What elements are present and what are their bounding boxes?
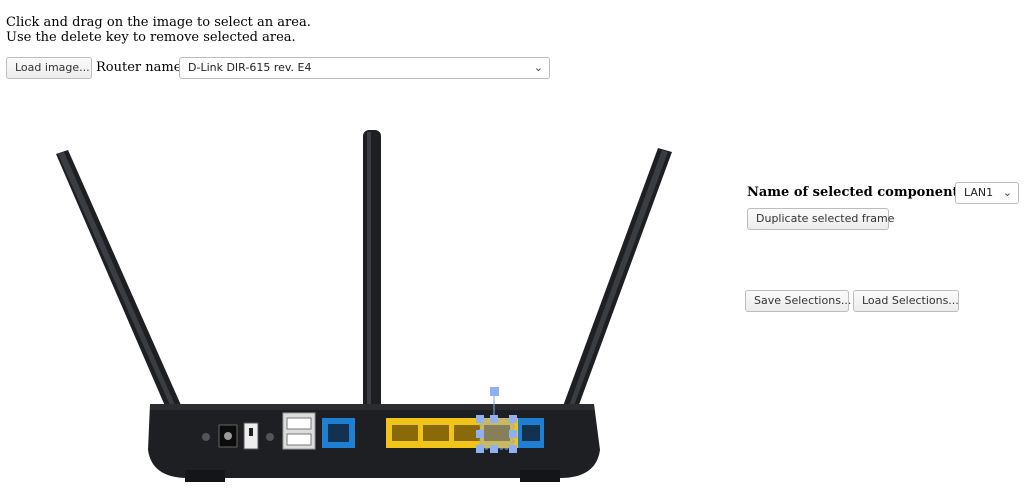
component-name-label: Name of selected component: xyxy=(747,185,964,200)
router-image[interactable] xyxy=(0,0,1024,495)
phone-port-socket xyxy=(522,425,540,441)
left-antenna xyxy=(56,150,192,436)
selection-rect[interactable] xyxy=(479,418,515,450)
lan-port-4 xyxy=(392,425,418,441)
resize-handle-s[interactable] xyxy=(490,445,498,453)
lan-port-3 xyxy=(423,425,449,441)
resize-handle-e[interactable] xyxy=(509,430,517,438)
rotation-handle[interactable] xyxy=(490,387,499,396)
power-switch-toggle xyxy=(249,428,253,436)
load-selections-button[interactable]: Load Selections... xyxy=(853,290,959,312)
right-antenna xyxy=(552,148,672,440)
chevron-down-icon: ⌄ xyxy=(1002,186,1012,199)
power-jack-pin xyxy=(224,432,232,440)
component-select[interactable]: LAN1 ⌄ xyxy=(955,182,1019,204)
resize-handle-sw[interactable] xyxy=(476,445,484,453)
center-antenna xyxy=(363,130,381,450)
resize-handle-se[interactable] xyxy=(509,445,517,453)
component-select-value: LAN1 xyxy=(964,186,994,199)
selection-frame[interactable] xyxy=(476,387,517,453)
wan-port-socket xyxy=(328,424,349,442)
usb-port-2 xyxy=(286,433,312,446)
wps-hole xyxy=(266,433,274,441)
resize-handle-nw[interactable] xyxy=(476,415,484,423)
save-selections-button[interactable]: Save Selections... xyxy=(745,290,851,312)
usb-port-1 xyxy=(286,417,312,430)
resize-handle-ne[interactable] xyxy=(509,415,517,423)
reset-hole xyxy=(202,433,210,441)
resize-handle-w[interactable] xyxy=(476,430,484,438)
resize-handle-n[interactable] xyxy=(490,415,498,423)
duplicate-frame-button[interactable]: Duplicate selected frame xyxy=(747,208,894,230)
